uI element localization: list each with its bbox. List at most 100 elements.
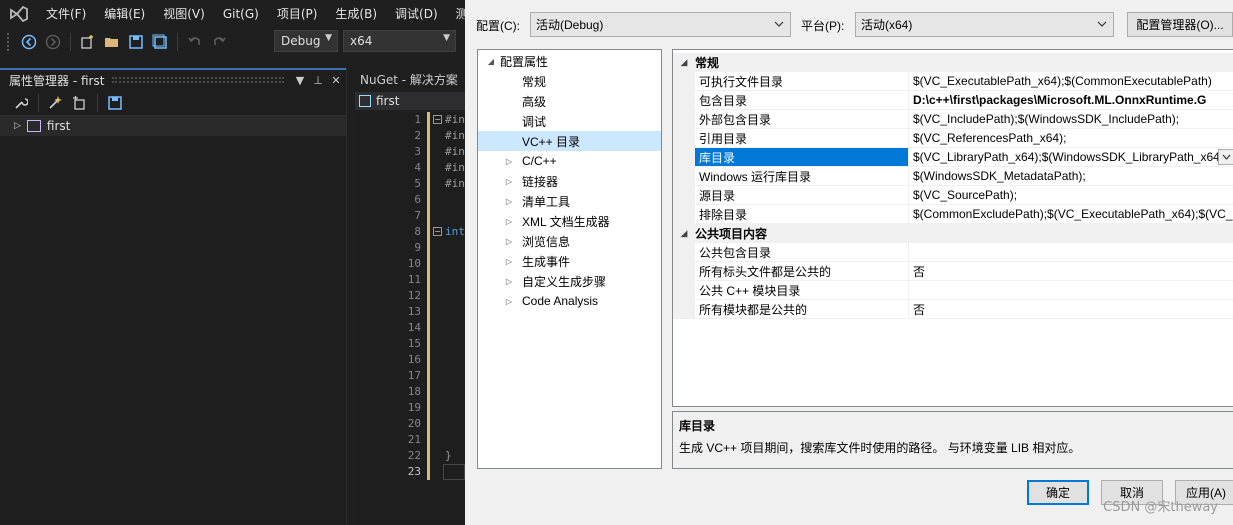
property-value[interactable]: $(CommonExcludePath);$(VC_ExecutablePath… [909, 205, 1233, 224]
editor-document-tab-first[interactable]: first [355, 92, 470, 110]
property-row[interactable]: 所有模块都是公共的 否 [673, 300, 1233, 319]
config-dropdown[interactable]: 活动(Debug) [530, 12, 791, 37]
close-icon[interactable]: ✕ [328, 74, 344, 87]
visual-studio-logo-icon[interactable] [9, 3, 29, 25]
tree-item-manifest-tool[interactable]: ▷ 清单工具 [478, 191, 661, 211]
property-value[interactable]: 否 [909, 300, 1233, 319]
expand-arrow-icon[interactable]: ▷ [504, 177, 514, 186]
property-row[interactable]: 公共 C++ 模块目录 [673, 281, 1233, 300]
property-value[interactable] [909, 243, 1233, 262]
menu-file[interactable]: 文件(F) [37, 5, 95, 22]
property-row[interactable]: 公共包含目录 [673, 243, 1233, 262]
collapse-arrow-icon[interactable]: ◢ [673, 228, 695, 239]
editor-document-tab-nuget[interactable]: NuGet - 解决方案 [355, 68, 470, 90]
menu-debug[interactable]: 调试(D) [386, 5, 447, 22]
property-name: Windows 运行库目录 [695, 167, 909, 186]
expand-arrow-icon[interactable]: ▷ [504, 277, 514, 286]
property-row[interactable]: 排除目录 $(CommonExcludePath);$(VC_Executabl… [673, 205, 1233, 224]
property-row[interactable]: Windows 运行库目录 $(WindowsSDK_MetadataPath)… [673, 167, 1233, 186]
property-row[interactable]: 可执行文件目录 $(VC_ExecutablePath_x64);$(Commo… [673, 72, 1233, 91]
tree-item-advanced[interactable]: 高级 [478, 91, 661, 111]
wrench-icon[interactable] [12, 94, 30, 112]
collapse-icon[interactable]: − [433, 227, 442, 236]
toolbar-grip[interactable] [7, 33, 11, 51]
menu-project[interactable]: 项目(P) [268, 5, 327, 22]
expand-arrow-icon[interactable]: ▷ [14, 121, 21, 131]
menu-build[interactable]: 生成(B) [326, 5, 386, 22]
value-dropdown-button[interactable] [1218, 149, 1233, 165]
tree-item-linker[interactable]: ▷ 链接器 [478, 171, 661, 191]
property-row[interactable]: 外部包含目录 $(VC_IncludePath);$(WindowsSDK_In… [673, 110, 1233, 129]
add-new-property-sheet-icon[interactable] [47, 94, 65, 112]
tree-item-build-events[interactable]: ▷ 生成事件 [478, 251, 661, 271]
menu-git[interactable]: Git(G) [214, 7, 268, 21]
window-position-dropdown-icon[interactable]: ▼ [292, 74, 308, 87]
platform-dropdown[interactable]: 活动(x64) [855, 12, 1114, 37]
tree-item-code-analysis[interactable]: ▷ Code Analysis [478, 291, 661, 311]
open-folder-icon[interactable] [103, 33, 121, 51]
property-value-cell[interactable]: $(VC_LibraryPath_x64);$(WindowsSDK_Libra… [909, 148, 1233, 167]
menu-view[interactable]: 视图(V) [154, 5, 214, 22]
grid-category-public-project-content[interactable]: ◢ 公共项目内容 [673, 224, 1233, 243]
title-bar-grip[interactable] [112, 77, 284, 83]
expand-arrow-icon[interactable]: ▷ [504, 297, 514, 306]
save-all-icon[interactable] [151, 33, 169, 51]
pin-icon[interactable]: ⊥ [310, 74, 326, 87]
tree-item-custom-build-step[interactable]: ▷ 自定义生成步骤 [478, 271, 661, 291]
solution-platform-value: x64 [350, 34, 373, 48]
undo-icon[interactable] [186, 33, 204, 51]
code-editor[interactable]: 1 2 3 4 5 6 7 8 9 10 11 12 13 14 15 16 1… [355, 112, 470, 525]
expand-arrow-icon[interactable]: ▷ [504, 237, 514, 246]
solution-platform-dropdown[interactable]: x64 ▼ [343, 30, 456, 52]
save-icon[interactable] [106, 94, 124, 112]
property-row-selected[interactable]: 库目录 $(VC_LibraryPath_x64);$(WindowsSDK_L… [673, 148, 1233, 167]
tree-item-xml-doc-generator[interactable]: ▷ XML 文档生成器 [478, 211, 661, 231]
code-line: #in [445, 145, 465, 158]
forward-icon[interactable] [44, 33, 62, 51]
property-value[interactable]: $(VC_ExecutablePath_x64);$(CommonExecuta… [909, 72, 1233, 91]
tree-item-general[interactable]: 常规 [478, 71, 661, 91]
file-tab-label: first [376, 94, 400, 108]
tree-item-vc-directories[interactable]: VC++ 目录 [478, 131, 661, 151]
save-icon[interactable] [127, 33, 145, 51]
expand-arrow-icon[interactable]: ▷ [504, 257, 514, 266]
property-row[interactable]: 所有标头文件都是公共的 否 [673, 262, 1233, 281]
tree-item-c-cpp[interactable]: ▷ C/C++ [478, 151, 661, 171]
property-value[interactable]: $(VC_IncludePath);$(WindowsSDK_IncludePa… [909, 110, 1233, 129]
property-row[interactable]: 包含目录 D:\c++\first\packages\Microsoft.ML.… [673, 91, 1233, 110]
grid-category-general[interactable]: ◢ 常规 [673, 53, 1233, 72]
collapse-arrow-icon[interactable]: ◢ [673, 57, 695, 68]
property-value[interactable]: $(WindowsSDK_MetadataPath); [909, 167, 1233, 186]
project-tree-item-first[interactable]: ▷ first [0, 116, 346, 136]
back-icon[interactable] [20, 33, 38, 51]
redo-icon[interactable] [210, 33, 228, 51]
property-row[interactable]: 源目录 $(VC_SourcePath); [673, 186, 1233, 205]
expand-arrow-icon[interactable]: ▷ [504, 197, 514, 206]
property-pages-dialog: 配置(C): 活动(Debug) 平台(P): 活动(x64) 配置管理器(O)… [465, 0, 1233, 525]
menu-edit[interactable]: 编辑(E) [95, 5, 154, 22]
expand-arrow-icon[interactable]: ▷ [504, 157, 514, 166]
property-value[interactable]: $(VC_ReferencesPath_x64); [909, 129, 1233, 148]
tree-item-config-properties[interactable]: ◢ 配置属性 [478, 51, 661, 71]
config-manager-button[interactable]: 配置管理器(O)... [1127, 12, 1233, 37]
property-value[interactable]: $(VC_SourcePath); [909, 186, 1233, 205]
property-value[interactable]: D:\c++\first\packages\Microsoft.ML.OnnxR… [909, 91, 1233, 110]
collapse-arrow-icon[interactable]: ◢ [486, 57, 496, 66]
property-value[interactable]: 否 [909, 262, 1233, 281]
code-line: #in [445, 113, 465, 126]
line-number: 16 [407, 353, 421, 366]
toolbar-separator [177, 33, 178, 51]
tree-item-browse-info[interactable]: ▷ 浏览信息 [478, 231, 661, 251]
line-number: 8 [414, 225, 421, 238]
property-row[interactable]: 引用目录 $(VC_ReferencesPath_x64); [673, 129, 1233, 148]
solution-config-dropdown[interactable]: Debug ▼ [274, 30, 338, 52]
expand-arrow-icon[interactable]: ▷ [504, 217, 514, 226]
new-project-icon[interactable] [79, 33, 97, 51]
property-value[interactable] [909, 281, 1233, 300]
add-existing-property-sheet-icon[interactable] [71, 94, 89, 112]
collapse-icon[interactable]: − [433, 115, 442, 124]
tree-item-debugging[interactable]: 调试 [478, 111, 661, 131]
ok-button[interactable]: 确定 [1027, 480, 1089, 505]
toolbar-separator [38, 93, 39, 112]
chevron-down-icon: ▼ [325, 33, 332, 43]
